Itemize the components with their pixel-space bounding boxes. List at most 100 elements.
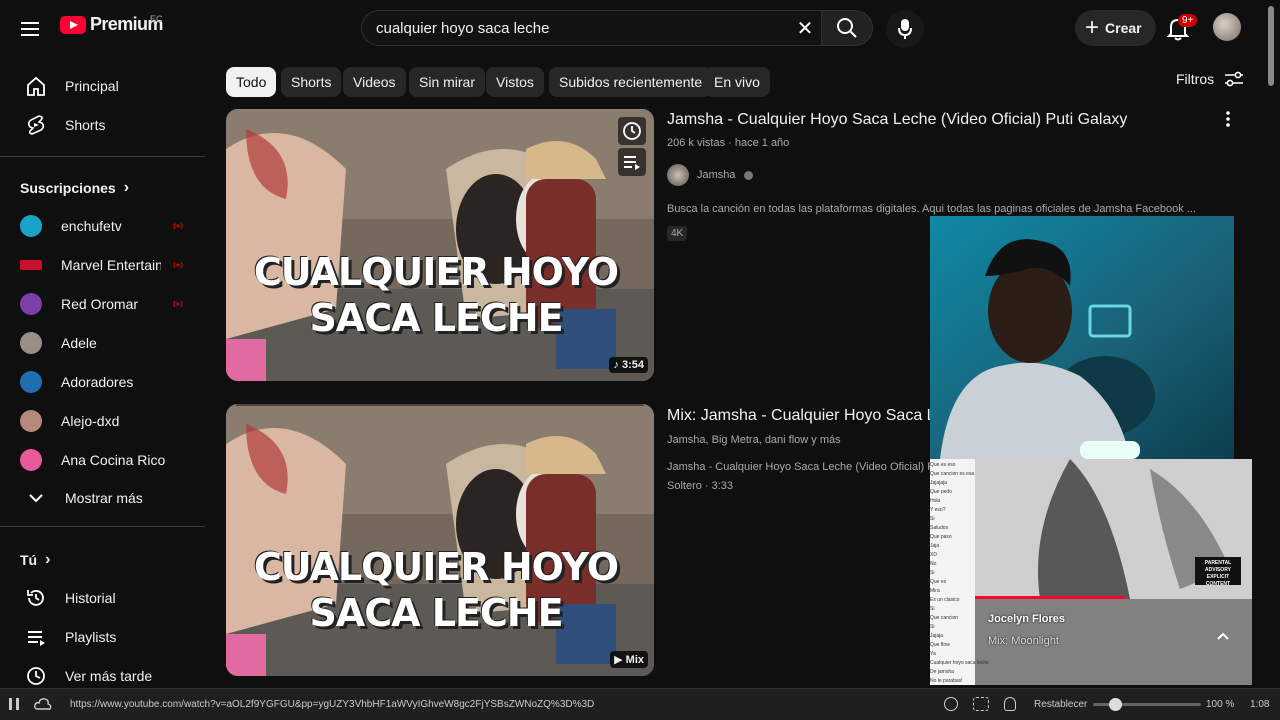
show-more-label: Mostrar más bbox=[65, 490, 143, 506]
chat-line: Si bbox=[930, 606, 935, 612]
zoom-slider-knob[interactable] bbox=[1108, 698, 1122, 711]
pause-icon[interactable] bbox=[8, 697, 20, 711]
add-to-queue-button[interactable] bbox=[618, 148, 646, 176]
chat-line: Y eso? bbox=[930, 507, 946, 513]
channel-name: Jamsha bbox=[697, 169, 736, 181]
menu-button[interactable] bbox=[14, 12, 48, 46]
sidebar-item-historial[interactable]: Historial bbox=[12, 578, 197, 618]
mini-player-subtitle: Mix: Moonlight bbox=[988, 635, 1059, 647]
user-avatar[interactable] bbox=[1213, 13, 1241, 41]
sidebar-item-shorts[interactable]: Shorts bbox=[12, 105, 197, 145]
show-more-button[interactable]: Mostrar más bbox=[12, 478, 197, 518]
chip-todo[interactable]: Todo bbox=[226, 67, 277, 97]
webcam-overlay bbox=[930, 216, 1234, 459]
sidebar-item-marvel[interactable]: Marvel Entertain... bbox=[12, 245, 197, 285]
page-scrollbar[interactable] bbox=[1268, 6, 1274, 86]
mix-meta: Jamsha, Big Metra, dani flow y más bbox=[667, 434, 841, 446]
chat-line: Mira bbox=[930, 588, 940, 594]
chat-line: Saludos bbox=[930, 525, 949, 531]
sidebar-item-principal[interactable]: Principal bbox=[12, 66, 197, 106]
thumbnail-text-line1: CUALQUIER HOYO bbox=[253, 250, 619, 294]
chat-line: Jajaja bbox=[930, 633, 944, 639]
channel-avatar bbox=[20, 332, 42, 354]
mini-player-title[interactable]: Jocelyn Flores bbox=[988, 613, 1065, 625]
search-input[interactable] bbox=[376, 19, 776, 37]
chat-line: Cualquier hoyo saca leche bbox=[930, 660, 989, 666]
mix-badge-text: Mix bbox=[625, 654, 644, 666]
chip-subidos-recientemente[interactable]: Subidos recientemente bbox=[549, 67, 713, 97]
youtube-logo[interactable]: Premium bbox=[60, 14, 163, 35]
chip-videos[interactable]: Videos bbox=[343, 67, 406, 97]
country-code: EC bbox=[150, 14, 163, 24]
zoom-slider[interactable] bbox=[1093, 698, 1201, 711]
thumbnail-text-line1: CUALQUIER HOYO bbox=[253, 545, 619, 589]
chip-sin-mirar[interactable]: Sin mirar bbox=[409, 67, 486, 97]
mix-thumbnail[interactable]: CUALQUIER HOYO SACA LECHE ▶ Mix bbox=[226, 404, 654, 676]
watch-later-button[interactable] bbox=[618, 117, 646, 145]
live-icon bbox=[173, 300, 183, 308]
sidebar-item-playlists[interactable]: Playlists bbox=[12, 617, 197, 657]
channel-avatar bbox=[20, 260, 42, 270]
chip-shorts[interactable]: Shorts bbox=[281, 67, 342, 97]
video-title[interactable]: Jamsha - Cualquier Hoyo Saca Leche (Vide… bbox=[667, 111, 1127, 129]
more-options-button[interactable] bbox=[1218, 108, 1238, 130]
touch-icon[interactable] bbox=[1004, 697, 1016, 711]
thumbnail-text: CUALQUIER HOYO SACA LECHE bbox=[246, 249, 626, 341]
video-thumbnail[interactable]: CUALQUIER HOYO SACA LECHE ♪ 3:54 bbox=[226, 109, 654, 381]
sidebar-item-adele[interactable]: Adele bbox=[12, 323, 197, 363]
chat-line: De jamsha bbox=[930, 669, 954, 675]
channel-avatar bbox=[20, 371, 42, 393]
chat-line: Hola bbox=[930, 498, 941, 504]
sidebar-item-adoradores[interactable]: Adoradores bbox=[12, 362, 197, 402]
clock-icon bbox=[18, 664, 54, 688]
filters-button[interactable]: Filtros bbox=[1176, 70, 1244, 88]
thumbnail-text: CUALQUIER HOYO SACA LECHE bbox=[246, 544, 626, 636]
sidebar-item-enchufetv[interactable]: enchufetv bbox=[12, 206, 197, 246]
status-url: https://www.youtube.com/watch?v=aOL2f9YG… bbox=[70, 699, 595, 710]
camera-icon[interactable] bbox=[944, 697, 958, 711]
create-label: Crear bbox=[1105, 20, 1142, 36]
mix-track-line: Soltero · 3:33 bbox=[667, 480, 734, 492]
chat-line: Que pedo bbox=[930, 489, 952, 495]
chat-line: Que paso bbox=[930, 534, 952, 540]
home-icon bbox=[18, 74, 54, 98]
sidebar: Principal Shorts Suscripciones › enchufe… bbox=[0, 56, 205, 696]
you-header[interactable]: Tú › bbox=[20, 551, 50, 569]
mix-title[interactable]: Mix: Jamsha - Cualquier Hoyo Saca L bbox=[667, 407, 936, 425]
microphone-icon bbox=[898, 19, 912, 39]
clock-icon bbox=[623, 122, 641, 140]
chat-lines: Que es eso Que cancion es esa Jajajaja Q… bbox=[930, 462, 1252, 685]
create-button[interactable]: + Crear bbox=[1075, 10, 1156, 46]
search-button[interactable] bbox=[821, 10, 873, 46]
chat-line: Que cancion es esa bbox=[930, 471, 975, 477]
sidebar-item-red-oromar[interactable]: Red Oromar bbox=[12, 284, 197, 324]
chat-line: Que cancion bbox=[930, 615, 959, 621]
chevron-right-icon: › bbox=[123, 179, 130, 196]
sidebar-item-alejo-dxd[interactable]: Alejo-dxd bbox=[12, 401, 197, 441]
chip-vistos[interactable]: Vistos bbox=[486, 67, 544, 97]
screen-icon[interactable] bbox=[973, 697, 989, 711]
channel-avatar bbox=[20, 410, 42, 432]
chat-line: Es un clasico bbox=[930, 597, 960, 603]
plus-icon: + bbox=[1085, 14, 1100, 41]
duration-text: 3:54 bbox=[621, 359, 644, 371]
voice-search-button[interactable] bbox=[886, 10, 924, 48]
channel-avatar bbox=[20, 449, 42, 471]
channel-link[interactable]: Jamsha bbox=[667, 164, 753, 186]
chip-en-vivo[interactable]: En vivo bbox=[704, 67, 770, 97]
clear-search-icon[interactable]: ✕ bbox=[792, 15, 818, 41]
sidebar-item-ana-cocina-rico[interactable]: Ana Cocina Rico bbox=[12, 440, 197, 480]
youtube-play-icon bbox=[60, 15, 86, 34]
expand-mini-player-button[interactable] bbox=[1212, 626, 1234, 646]
chat-line: Si bbox=[930, 516, 935, 522]
subscriptions-header[interactable]: Suscripciones › bbox=[20, 179, 129, 197]
cloud-icon[interactable] bbox=[34, 697, 52, 711]
queue-icon bbox=[624, 156, 640, 170]
history-icon bbox=[18, 586, 54, 610]
reset-zoom-button[interactable]: Restablecer bbox=[1034, 699, 1087, 710]
sidebar-item-label: Ana Cocina Rico bbox=[61, 452, 166, 468]
sidebar-item-label: Playlists bbox=[65, 629, 117, 645]
channel-avatar bbox=[20, 293, 42, 315]
search-box[interactable] bbox=[361, 10, 821, 46]
sidebar-item-label: Adoradores bbox=[61, 374, 134, 390]
